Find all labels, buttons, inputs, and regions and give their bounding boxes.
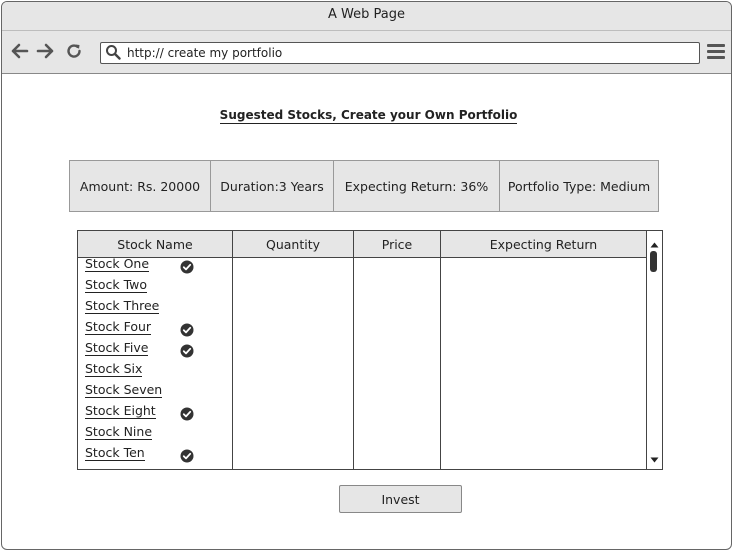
table-row: Stock One: [84, 254, 224, 275]
scrollbar-thumb[interactable]: [650, 251, 657, 272]
check-circle-icon: [180, 448, 194, 467]
portfolio-summary: Amount: Rs. 20000 Duration:3 Years Expec…: [69, 160, 659, 212]
column-header-expecting-return[interactable]: Expecting Return: [441, 231, 646, 257]
column-header-price[interactable]: Price: [354, 231, 441, 257]
forward-arrow-icon[interactable]: [35, 41, 55, 61]
search-icon: [105, 44, 121, 64]
stock-link[interactable]: Stock Nine: [85, 424, 153, 440]
summary-expecting-return: Expecting Return: 36%: [334, 161, 500, 211]
scroll-down-icon[interactable]: [650, 448, 659, 467]
table-row: Stock Ten: [84, 443, 224, 464]
address-bar[interactable]: http:// create my portfolio: [100, 42, 700, 64]
stock-link[interactable]: Stock Two: [85, 277, 148, 293]
table-row: Stock Three: [84, 296, 224, 317]
table-row: Stock Two: [84, 275, 224, 296]
column-divider: [440, 231, 441, 469]
stock-link[interactable]: Stock Eight: [85, 403, 156, 419]
vertical-scrollbar[interactable]: [646, 231, 662, 469]
table-row: Stock Six: [84, 359, 224, 380]
table-row: Stock Seven: [84, 380, 224, 401]
page-heading: Sugested Stocks, Create your Own Portfol…: [2, 108, 731, 124]
table-row: Stock Eight: [84, 401, 224, 422]
page-heading-text: Sugested Stocks, Create your Own Portfol…: [219, 108, 518, 124]
stock-list: Stock One Stock Two Stock Three Stock Four S…: [84, 254, 224, 464]
scroll-up-icon[interactable]: [650, 233, 659, 252]
stock-link[interactable]: Stock One: [85, 256, 150, 272]
summary-duration: Duration:3 Years: [211, 161, 334, 211]
refresh-icon[interactable]: [64, 41, 84, 61]
column-header-quantity[interactable]: Quantity: [233, 231, 354, 257]
stock-link[interactable]: Stock Ten: [85, 445, 145, 461]
summary-amount: Amount: Rs. 20000: [70, 161, 211, 211]
invest-button[interactable]: Invest: [339, 485, 462, 513]
table-row: Stock Four: [84, 317, 224, 338]
url-text: http:// create my portfolio: [127, 46, 283, 60]
stock-table: Stock Name Quantity Price Expecting Retu…: [77, 230, 663, 470]
back-arrow-icon[interactable]: [10, 41, 30, 61]
stock-link[interactable]: Stock Seven: [85, 382, 163, 398]
window-title: A Web Page: [2, 2, 731, 31]
table-row: Stock Nine: [84, 422, 224, 443]
browser-window: A Web Page http:// create my portfolio S…: [1, 1, 732, 550]
browser-toolbar: http:// create my portfolio: [2, 31, 731, 74]
column-divider: [353, 231, 354, 469]
summary-portfolio-type: Portfolio Type: Medium: [507, 178, 651, 194]
stock-link[interactable]: Stock Six: [85, 361, 143, 377]
stock-link[interactable]: Stock Three: [85, 298, 160, 314]
table-row: Stock Five: [84, 338, 224, 359]
stock-link[interactable]: Stock Five: [85, 340, 149, 356]
column-divider: [232, 231, 233, 469]
stock-link[interactable]: Stock Four: [85, 319, 152, 335]
hamburger-menu-icon[interactable]: [707, 44, 725, 60]
